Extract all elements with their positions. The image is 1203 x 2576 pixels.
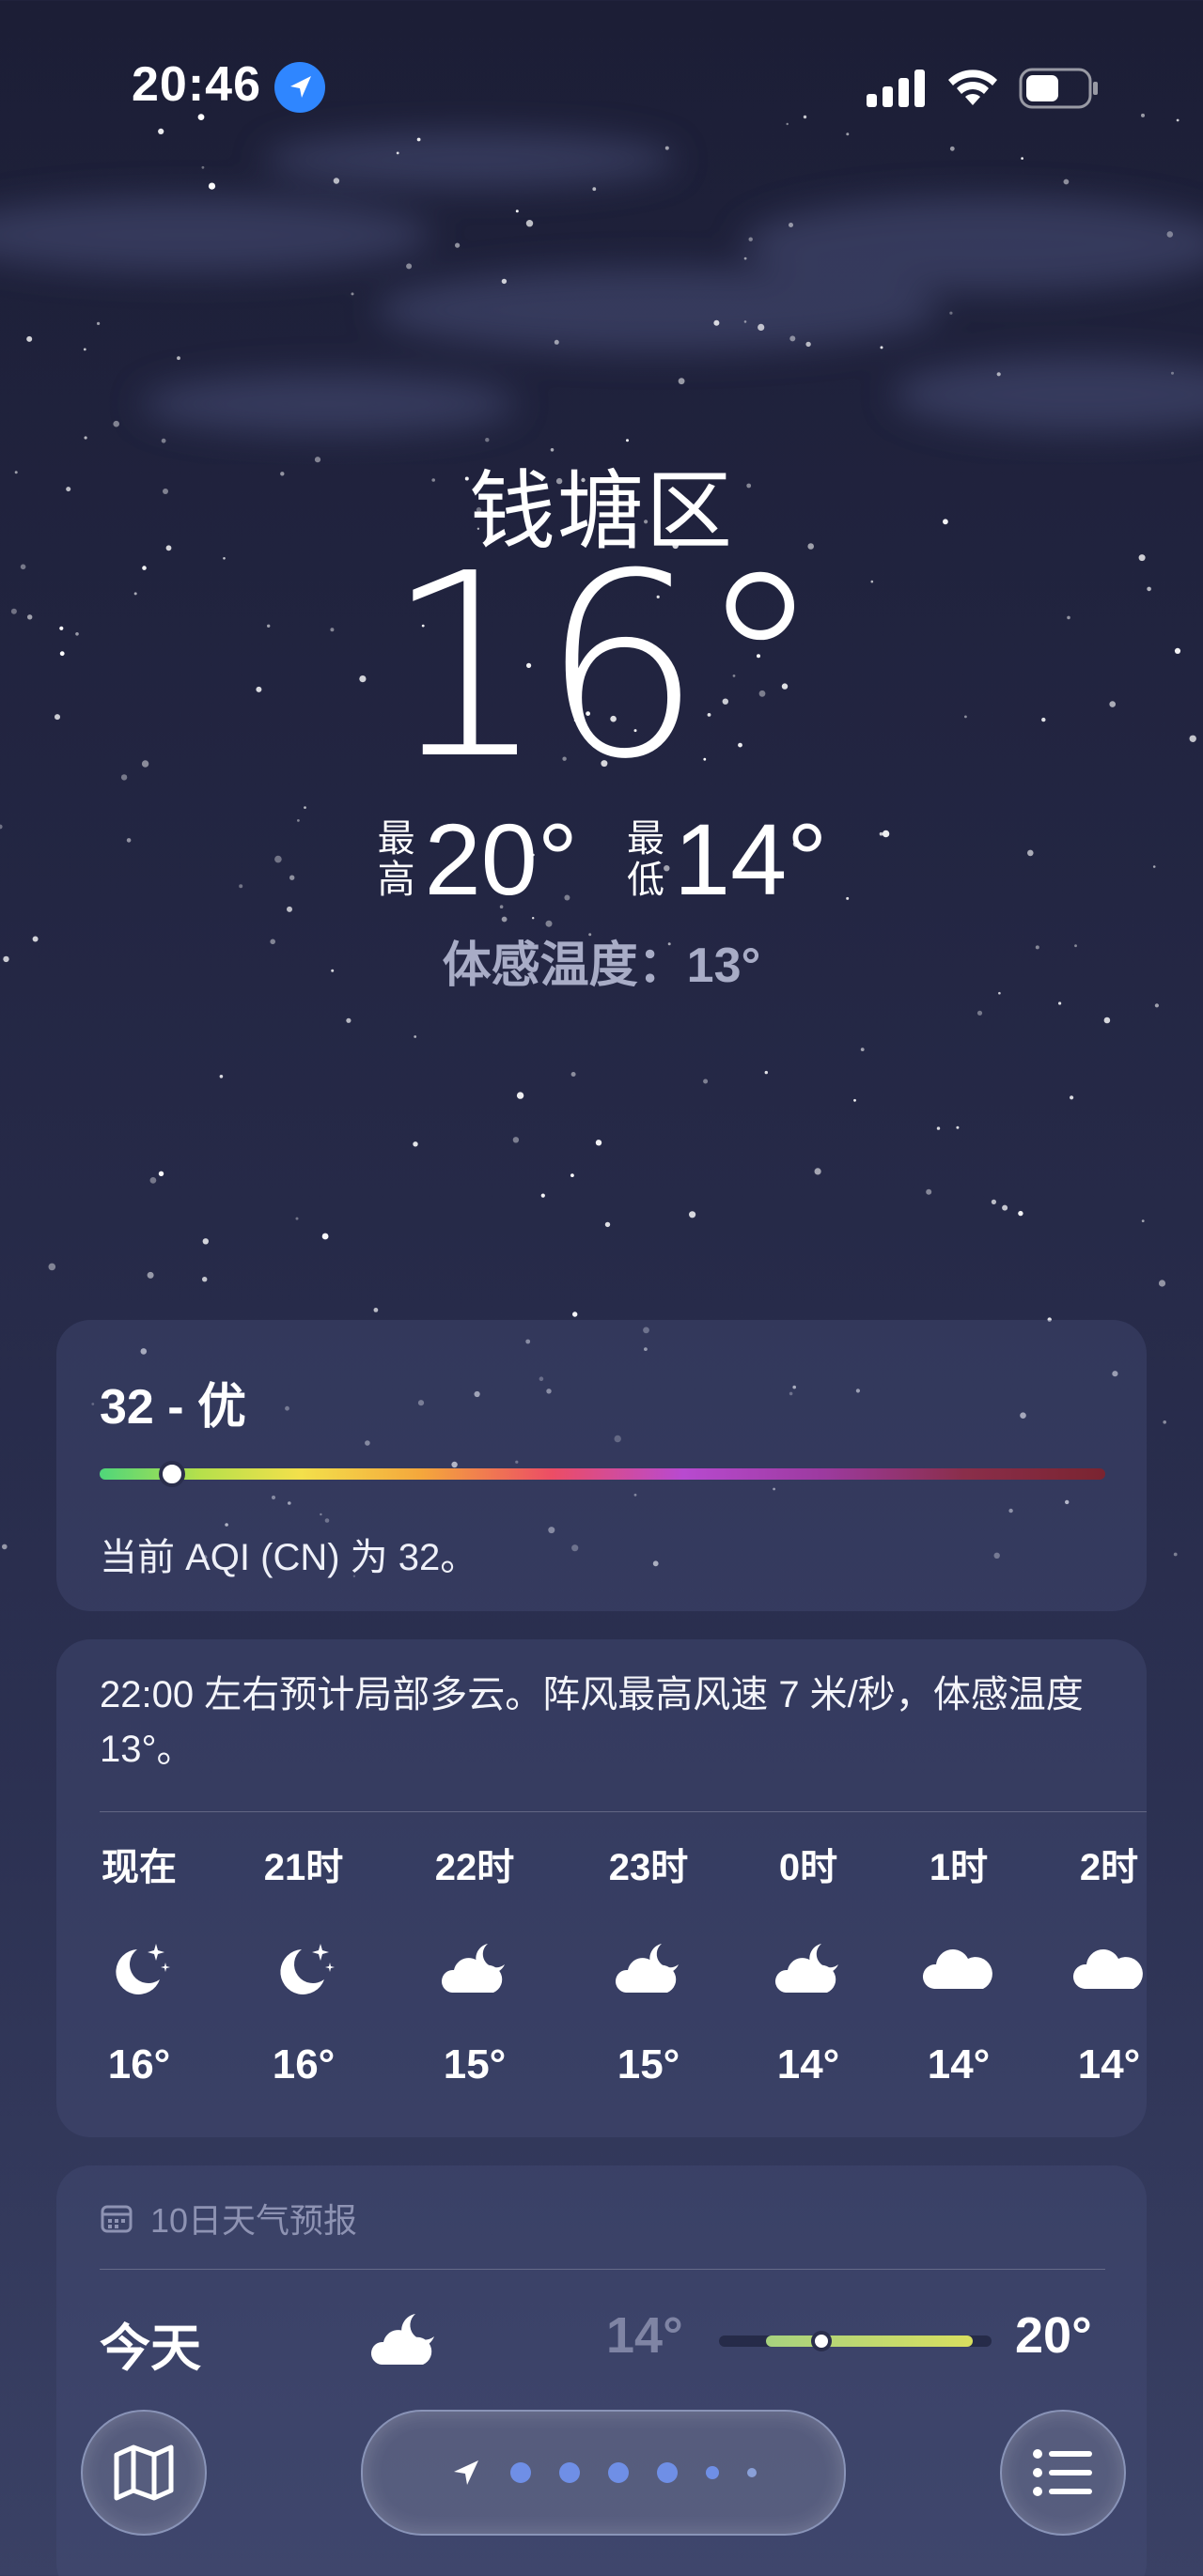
page-dot (706, 2466, 719, 2479)
page-indicator[interactable] (361, 2410, 846, 2536)
signal-icon (867, 70, 925, 107)
feels-like-temperature: 体感温度：13° (442, 939, 761, 993)
high-temp-value: 20° (424, 802, 578, 916)
moon-stars-icon (280, 1944, 335, 1994)
hourly-item: 1时 14° (893, 1837, 1024, 2118)
day-temperature-range-bar (719, 2331, 992, 2351)
moon-stars-icon (116, 1944, 170, 1994)
aqi-title: 32 - 优 (100, 1380, 247, 1435)
wifi-icon (948, 70, 997, 105)
bottom-toolbar (0, 2400, 1203, 2541)
cloud-icon (1072, 1949, 1143, 1989)
aqi-scale-bar (100, 1468, 1105, 1480)
aqi-level-indicator (158, 1461, 185, 1487)
hour-temperature: 14° (776, 2041, 840, 2087)
hour-time: 1时 (929, 1847, 989, 1888)
hour-time: 21时 (263, 1847, 344, 1888)
current-temp-indicator (811, 2331, 832, 2351)
cloud-moon-icon (370, 2314, 434, 2365)
divider (100, 2269, 1105, 2270)
hour-time: 22时 (434, 1847, 515, 1888)
hourly-item: 22时 15° (409, 1837, 540, 2118)
day-name: 今天 (100, 2320, 201, 2377)
day-high-temp: 20° (1015, 2307, 1092, 2364)
hour-temperature: 14° (1077, 2041, 1141, 2087)
hour-temperature: 15° (443, 2041, 507, 2087)
hour-time: 23时 (608, 1847, 689, 1888)
aqi-description: 当前 AQI (CN) 为 32。 (100, 1537, 478, 1578)
hour-temperature: 16° (272, 2041, 336, 2087)
hour-time: 现在 (102, 1847, 177, 1888)
location-list-button[interactable] (1000, 2410, 1126, 2536)
battery-icon (1019, 68, 1098, 109)
cloud-icon (922, 1949, 992, 1989)
page-dot (559, 2462, 580, 2483)
hourly-forecast-row[interactable]: 现在 16° 21时 16° 22时 15° 23时 15° 0时 14° 1时 14° 2时 14° (66, 1837, 1156, 2118)
hour-time: 2时 (1079, 1847, 1139, 1888)
hour-temperature: 14° (927, 2041, 991, 2087)
hourly-item: 23时 15° (583, 1837, 714, 2118)
high-low-temperatures: 最高 20° 最低 14° (0, 808, 1203, 911)
page-dot (608, 2462, 629, 2483)
low-temp-value: 14° (674, 802, 828, 916)
daily-header-label: 10日天气预报 (150, 2201, 358, 2240)
status-bar: 20:46 (0, 0, 1203, 169)
current-temperature: 16° (384, 519, 824, 815)
hourly-forecast-card[interactable]: 22:00 左右预计局部多云。阵风最高风速 7 米/秒，体感温度 13°。 现在… (56, 1639, 1147, 2137)
air-quality-card[interactable]: 32 - 优 当前 AQI (CN) 为 32。 (56, 1320, 1147, 1611)
hourly-item: 2时 14° (1043, 1837, 1175, 2118)
hour-temperature: 15° (617, 2041, 680, 2087)
divider (100, 1811, 1147, 1812)
high-temp-group: 最高 20° (376, 808, 578, 911)
cloud-moon-icon (615, 1944, 679, 1993)
cloud-moon-icon (774, 1944, 838, 1993)
status-time: 20:46 (132, 57, 261, 112)
hourly-item: 现在 16° (73, 1837, 205, 2118)
calendar-icon (101, 2205, 133, 2233)
page-dot (657, 2462, 678, 2483)
high-temp-label: 最高 (377, 818, 415, 901)
location-arrow-icon (454, 2460, 478, 2485)
low-temp-group: 最低 14° (625, 808, 827, 911)
page-dot (510, 2462, 531, 2483)
cloud-moon-icon (441, 1944, 505, 1993)
list-icon (1033, 2449, 1092, 2496)
hourly-summary: 22:00 左右预计局部多云。阵风最高风速 7 米/秒，体感温度 13°。 (100, 1674, 1084, 1770)
hour-time: 0时 (778, 1847, 838, 1888)
page-dot (747, 2468, 757, 2477)
location-arrow-icon (274, 62, 325, 113)
hourly-item: 0时 14° (742, 1837, 874, 2118)
day-range-fill (766, 2335, 973, 2347)
daily-header: 10日天气预报 (100, 2194, 357, 2242)
map-icon (114, 2444, 174, 2501)
map-button[interactable] (81, 2410, 207, 2536)
hour-temperature: 16° (107, 2041, 171, 2087)
day-low-temp: 14° (606, 2307, 683, 2364)
low-temp-label: 最低 (627, 818, 664, 901)
hourly-item: 21时 16° (238, 1837, 369, 2118)
